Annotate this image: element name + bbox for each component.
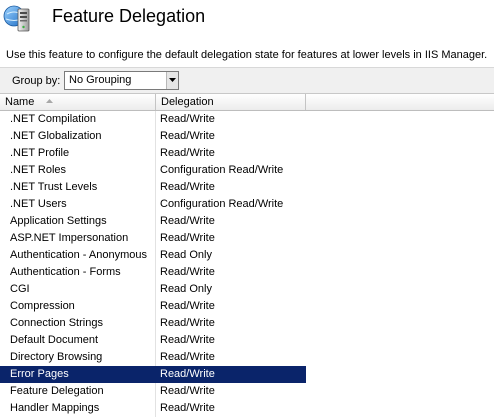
- feature-delegation-page: Feature Delegation Use this feature to c…: [0, 0, 494, 417]
- column-header-name-label: Name: [5, 96, 35, 108]
- feature-name-cell: Connection Strings: [10, 317, 103, 329]
- group-by-toolbar: Group by: No Grouping: [0, 67, 494, 94]
- feature-name-cell: CGI: [10, 283, 30, 295]
- feature-name-cell: Default Document: [10, 334, 99, 346]
- feature-name-cell: Feature Delegation: [10, 385, 104, 397]
- delegation-cell: Read/Write: [160, 113, 215, 125]
- feature-name-cell: .NET Trust Levels: [10, 181, 98, 193]
- table-row[interactable]: Directory Browsing Read/Write: [0, 349, 306, 366]
- feature-list: .NET Compilation Read/Write .NET Globaliza…: [0, 111, 494, 417]
- column-header-name[interactable]: Name: [0, 94, 156, 110]
- table-row[interactable]: .NET Users Configuration Read/Write: [0, 196, 306, 213]
- sort-ascending-icon: [46, 99, 53, 103]
- column-header-delegation-label: Delegation: [161, 96, 214, 108]
- delegation-cell: Read/Write: [160, 181, 215, 193]
- table-row[interactable]: CGI Read Only: [0, 281, 306, 298]
- feature-name-cell: Handler Mappings: [10, 402, 100, 414]
- delegation-cell: Read/Write: [160, 147, 215, 159]
- feature-name-cell: Authentication - Anonymous: [10, 249, 147, 261]
- delegation-cell: Read Only: [160, 249, 212, 261]
- group-by-selected-value: No Grouping: [69, 74, 132, 86]
- feature-name-cell: ASP.NET Impersonation: [10, 232, 129, 244]
- table-row[interactable]: Feature Delegation Read/Write: [0, 383, 306, 400]
- feature-name-cell: .NET Roles: [10, 164, 67, 176]
- delegation-cell: Read/Write: [160, 215, 215, 227]
- chevron-down-icon: [169, 78, 176, 82]
- feature-delegation-server-icon: [3, 3, 33, 33]
- feature-name-cell: Error Pages: [10, 368, 69, 380]
- delegation-cell: Read/Write: [160, 368, 215, 380]
- feature-name-cell: .NET Profile: [10, 147, 70, 159]
- feature-name-cell: Authentication - Forms: [10, 266, 121, 278]
- feature-name-cell: .NET Compilation: [10, 113, 96, 125]
- table-row[interactable]: ASP.NET Impersonation Read/Write: [0, 230, 306, 247]
- group-by-label: Group by:: [12, 75, 61, 87]
- table-row[interactable]: .NET Globalization Read/Write: [0, 128, 306, 145]
- column-header-delegation[interactable]: Delegation: [156, 94, 306, 110]
- page-header: Feature Delegation: [0, 0, 494, 38]
- feature-name-cell: .NET Users: [10, 198, 67, 210]
- table-row[interactable]: .NET Profile Read/Write: [0, 145, 306, 162]
- delegation-cell: Read/Write: [160, 385, 215, 397]
- feature-name-cell: Directory Browsing: [10, 351, 103, 363]
- table-row[interactable]: Handler Mappings Read/Write: [0, 400, 306, 417]
- delegation-cell: Configuration Read/Write: [160, 164, 284, 176]
- table-row[interactable]: Connection Strings Read/Write: [0, 315, 306, 332]
- table-row[interactable]: .NET Compilation Read/Write: [0, 111, 306, 128]
- delegation-cell: Read/Write: [160, 334, 215, 346]
- table-row[interactable]: Error Pages Read/Write: [0, 366, 306, 383]
- delegation-cell: Read/Write: [160, 232, 215, 244]
- delegation-cell: Read/Write: [160, 266, 215, 278]
- delegation-cell: Read/Write: [160, 317, 215, 329]
- table-row[interactable]: Default Document Read/Write: [0, 332, 306, 349]
- table-row[interactable]: .NET Trust Levels Read/Write: [0, 179, 306, 196]
- delegation-cell: Read/Write: [160, 402, 215, 414]
- group-by-dropdown[interactable]: No Grouping: [64, 71, 179, 90]
- feature-description: Use this feature to configure the defaul…: [6, 49, 488, 61]
- feature-name-cell: Compression: [10, 300, 75, 312]
- feature-name-cell: .NET Globalization: [10, 130, 102, 142]
- feature-name-cell: Application Settings: [10, 215, 107, 227]
- table-row[interactable]: Compression Read/Write: [0, 298, 306, 315]
- table-row[interactable]: .NET Roles Configuration Read/Write: [0, 162, 306, 179]
- grid-header: Name Delegation: [0, 94, 494, 111]
- table-row[interactable]: Authentication - Forms Read/Write: [0, 264, 306, 281]
- table-row[interactable]: Authentication - Anonymous Read Only: [0, 247, 306, 264]
- page-title: Feature Delegation: [52, 6, 206, 26]
- delegation-cell: Configuration Read/Write: [160, 198, 284, 210]
- delegation-cell: Read/Write: [160, 130, 215, 142]
- dropdown-arrow-button[interactable]: [166, 72, 178, 89]
- delegation-cell: Read Only: [160, 283, 212, 295]
- table-row[interactable]: Application Settings Read/Write: [0, 213, 306, 230]
- delegation-cell: Read/Write: [160, 351, 215, 363]
- delegation-cell: Read/Write: [160, 300, 215, 312]
